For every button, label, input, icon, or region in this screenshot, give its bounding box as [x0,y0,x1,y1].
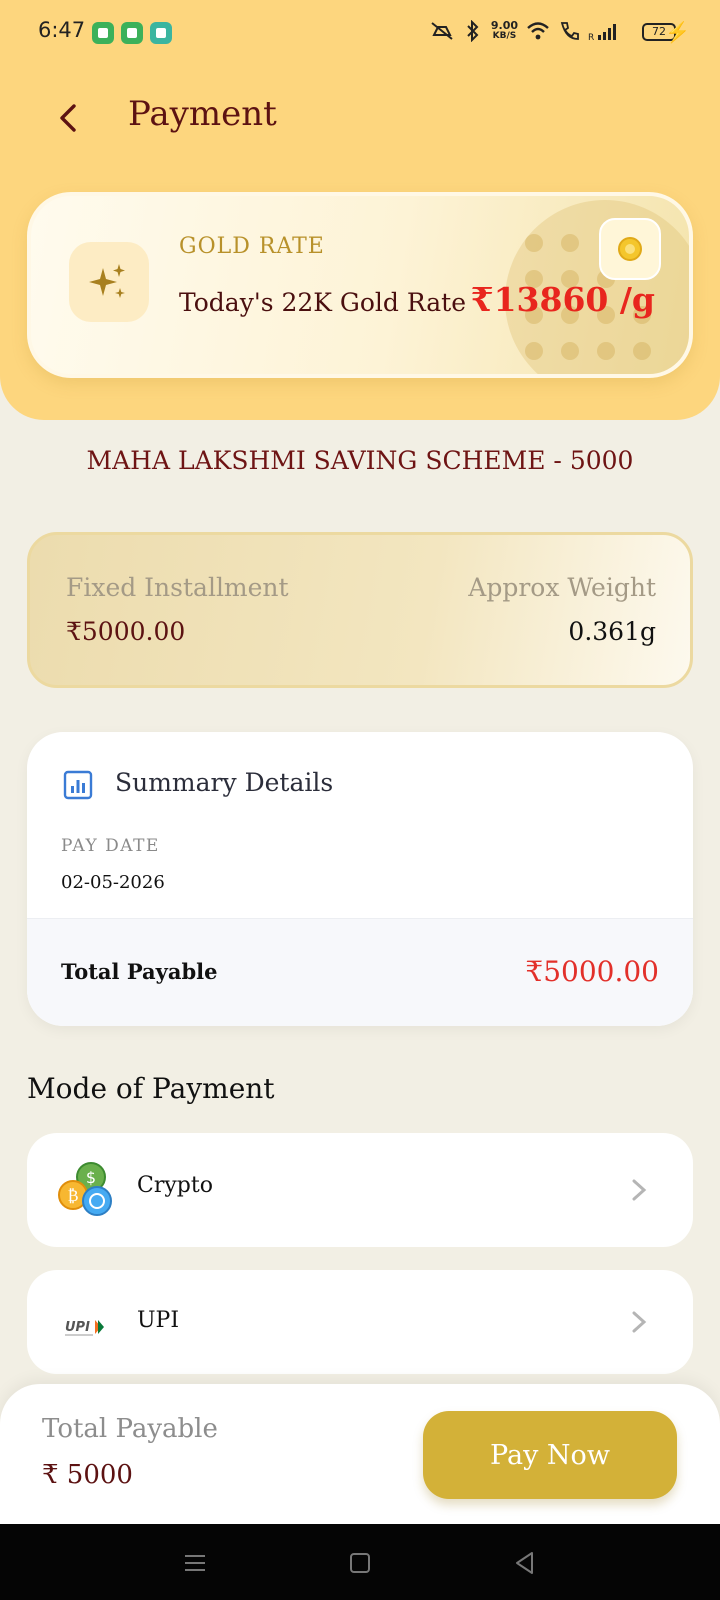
wifi-icon [527,22,549,40]
battery-level: 72 [652,25,666,38]
bluetooth-icon [467,20,479,42]
payment-option-label: Crypto [137,1173,213,1198]
installment-card: Fixed Installment ₹5000.00 Approx Weight… [27,532,693,688]
status-time: 6:47 [38,18,86,42]
payment-option-label: UPI [137,1308,180,1333]
summary-total-row: Total Payable ₹5000.00 [27,918,693,1026]
status-bar: 6:47 9.00 KB/S R 72 ⚡ [0,0,720,64]
network-speed-value: 9.00 [490,19,518,32]
approx-weight-value: 0.361g [568,617,656,646]
charging-icon: ⚡ [665,20,690,44]
crypto-coins-icon: $ ₿ [58,1162,112,1216]
chevron-right-icon [632,1179,647,1201]
scheme-name: MAHA LAKSHMI SAVING SCHEME - 5000 [86,446,634,475]
network-speed: 9.00 KB/S [491,20,518,42]
summary-title: Summary Details [115,768,334,797]
home-nav-icon[interactable] [345,1548,375,1578]
footer-total-value: ₹ 5000 [42,1460,133,1490]
sparkle-icon [89,264,125,298]
svg-text:₿: ₿ [67,1186,78,1205]
bottom-payment-bar: Total Payable ₹ 5000 Pay Now [0,1384,720,1524]
approx-weight-label: Approx Weight [468,573,656,602]
pay-now-button[interactable]: Pay Now [423,1411,677,1499]
svg-text:$: $ [86,1168,96,1187]
coin-badge [599,218,661,280]
summary-card: Summary Details PAY DATE 02-05-2026 Tota… [27,732,693,1026]
svg-text:R: R [588,33,594,41]
payment-option-crypto[interactable]: $ ₿ Crypto [27,1133,693,1247]
signal-icon: R [588,24,616,41]
total-payable-label: Total Payable [61,959,218,984]
system-icons: 9.00 KB/S R [429,20,620,42]
pay-date-label: PAY DATE [61,836,160,856]
payment-option-upi[interactable]: UPI UPI [27,1270,693,1374]
bar-chart-icon [63,770,93,800]
network-speed-unit: KB/S [492,31,517,41]
mute-vibrate-icon [431,22,453,40]
total-payable-value: ₹5000.00 [525,955,659,988]
chevron-right-icon [632,1311,647,1333]
payment-mode-heading: Mode of Payment [27,1072,275,1105]
pay-date-value: 02-05-2026 [61,872,165,893]
upi-logo-icon: UPI [65,1320,104,1336]
menu-nav-icon[interactable] [180,1548,210,1578]
chevron-left-icon [60,104,76,132]
back-button[interactable] [52,96,92,140]
sparkle-badge [69,242,149,322]
call-icon [560,22,579,40]
gold-rate-description: Today's 22K Gold Rate [179,288,467,317]
fixed-installment-label: Fixed Installment [66,573,289,602]
gold-rate-value: ₹13860 /g [470,280,655,319]
back-nav-icon[interactable] [510,1548,540,1578]
gold-rate-card: GOLD RATE Today's 22K Gold Rate ₹13860 /… [27,192,693,378]
chat-notification-icon [150,22,172,44]
gold-coin-icon [618,237,642,261]
svg-text:UPI: UPI [65,1320,90,1335]
fixed-installment-value: ₹5000.00 [66,617,186,646]
message-notification-icon [92,22,114,44]
gold-rate-label: GOLD RATE [179,234,325,259]
page-title: Payment [128,94,277,134]
shield-notification-icon [121,22,143,44]
footer-total-label: Total Payable [42,1414,218,1444]
system-navigation-bar [0,1524,720,1600]
